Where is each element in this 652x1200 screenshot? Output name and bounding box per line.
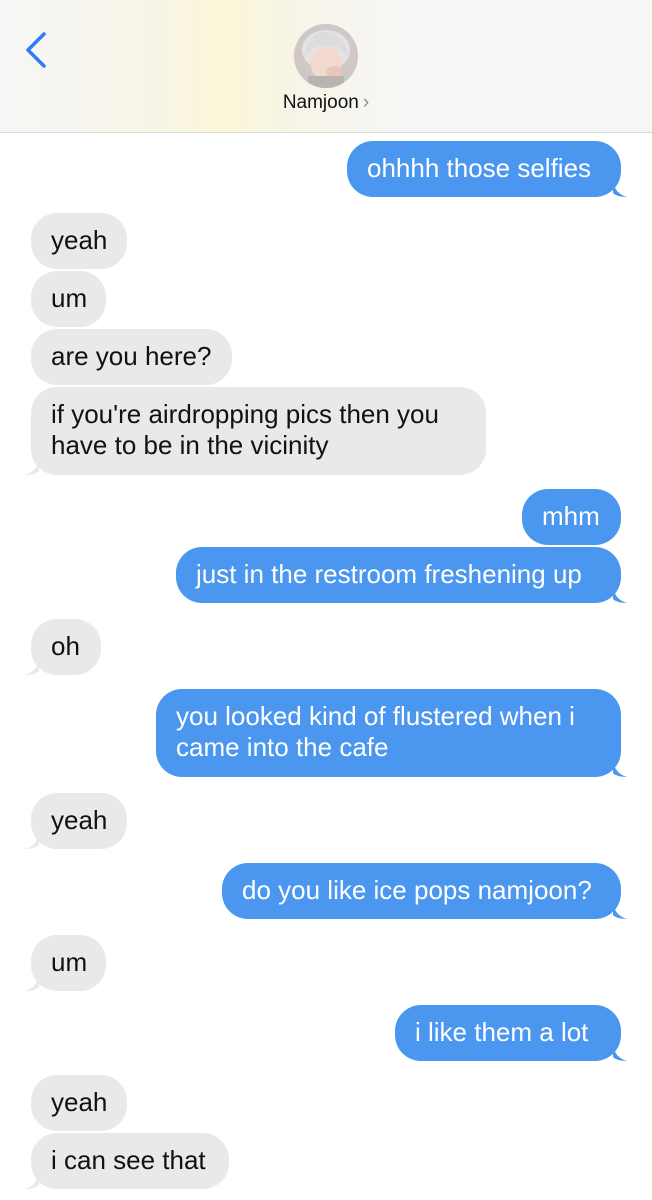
contact-avatar[interactable] — [294, 24, 358, 88]
incoming-message-bubble[interactable]: yeah — [31, 213, 127, 269]
message-thread[interactable]: ohhhh those selfies yeah um are you here? if… — [0, 133, 652, 1200]
bubble-tail — [25, 1169, 39, 1189]
incoming-message-bubble[interactable]: are you here? — [31, 329, 232, 385]
message-text: do you like ice pops namjoon? — [242, 875, 592, 905]
message-text: are you here? — [51, 341, 212, 371]
message-text-line: you looked kind of flustered when i — [176, 701, 575, 731]
bubble-tail — [25, 971, 39, 991]
contact-name: Namjoon — [282, 92, 359, 113]
outgoing-message-bubble[interactable]: i like them a lot — [395, 1005, 621, 1061]
back-button[interactable] — [22, 30, 52, 70]
bubble-tail — [613, 1041, 627, 1061]
outgoing-message-bubble[interactable]: mhm — [522, 489, 621, 545]
incoming-message-bubble[interactable]: if you're airdropping pics then you have … — [31, 387, 486, 475]
incoming-message-bubble[interactable]: um — [31, 271, 106, 327]
incoming-message-bubble[interactable]: oh — [31, 619, 101, 675]
conversation-header: Namjoon › — [0, 0, 652, 133]
message-text: oh — [51, 631, 80, 661]
message-text: yeah — [51, 1087, 108, 1117]
bubble-tail — [25, 455, 39, 475]
contact-name-button[interactable]: Namjoon › — [0, 92, 652, 114]
outgoing-message-bubble[interactable]: ohhhh those selfies — [347, 141, 621, 197]
chevron-right-icon: › — [362, 92, 370, 113]
incoming-message-bubble[interactable]: yeah — [31, 793, 127, 849]
bubble-tail — [613, 899, 627, 919]
bubble-tail — [613, 757, 627, 777]
incoming-message-bubble[interactable]: i can see that — [31, 1133, 229, 1189]
incoming-message-bubble[interactable]: um — [31, 935, 106, 991]
bubble-tail — [25, 655, 39, 675]
chevron-left-icon — [26, 32, 46, 68]
message-text: just in the restroom freshening up — [196, 559, 582, 589]
message-text: mhm — [542, 501, 600, 531]
message-text-line: came into the cafe — [176, 732, 389, 762]
avatar-photo — [294, 24, 358, 88]
outgoing-message-bubble[interactable]: do you like ice pops namjoon? — [222, 863, 621, 919]
message-text: yeah — [51, 805, 108, 835]
message-text: i can see that — [51, 1145, 206, 1175]
message-text: i like them a lot — [415, 1017, 589, 1047]
message-text: um — [51, 283, 88, 313]
message-text-line: if you're airdropping pics then you — [51, 399, 439, 429]
outgoing-message-bubble[interactable]: just in the restroom freshening up — [176, 547, 621, 603]
message-text: ohhhh those selfies — [367, 153, 592, 183]
incoming-message-bubble[interactable]: yeah — [31, 1075, 127, 1131]
bubble-tail — [25, 829, 39, 849]
outgoing-message-bubble[interactable]: you looked kind of flustered when i came … — [156, 689, 621, 777]
bubble-tail — [613, 177, 627, 197]
message-text-line: have to be in the vicinity — [51, 430, 329, 460]
message-text: yeah — [51, 225, 108, 255]
bubble-tail — [613, 583, 627, 603]
message-text: um — [51, 947, 88, 977]
